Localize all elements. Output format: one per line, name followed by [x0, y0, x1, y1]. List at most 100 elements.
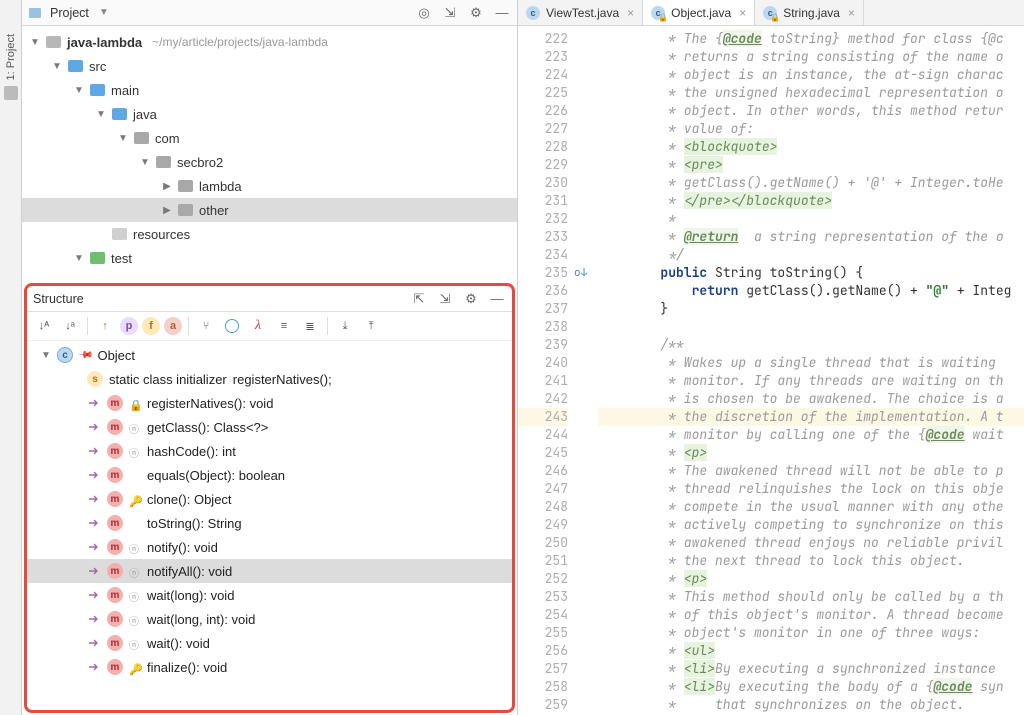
- structure-gear-icon[interactable]: ⚙: [462, 290, 480, 308]
- structure-expand-icon[interactable]: ⇱: [410, 290, 428, 308]
- tree-node[interactable]: ▼src: [22, 54, 517, 78]
- tree-node[interactable]: ▼com: [22, 126, 517, 150]
- code-line[interactable]: * Wakes up a single thread that is waiti…: [598, 354, 1024, 372]
- gutter-line[interactable]: 255: [518, 624, 568, 642]
- gutter-line[interactable]: 248: [518, 498, 568, 516]
- editor-tab[interactable]: cViewTest.java×: [518, 0, 643, 25]
- gear-icon[interactable]: ⚙: [467, 4, 485, 22]
- editor-tab[interactable]: c🔒String.java×: [755, 0, 864, 25]
- code-line[interactable]: * monitor. If any threads are waiting on…: [598, 372, 1024, 390]
- show-lambda-icon[interactable]: λ: [247, 316, 269, 336]
- gutter-line[interactable]: 249: [518, 516, 568, 534]
- code-line[interactable]: /**: [598, 336, 1024, 354]
- project-view-dropdown-icon[interactable]: ▼: [99, 7, 109, 18]
- close-tab-icon[interactable]: ×: [848, 6, 855, 20]
- structure-initializer[interactable]: sstatic class initializer registerNative…: [27, 367, 512, 391]
- locate-icon[interactable]: ◎: [415, 4, 433, 22]
- gutter-line[interactable]: 234: [518, 246, 568, 264]
- code-line[interactable]: * is chosen to be awakened. The choice i…: [598, 390, 1024, 408]
- gutter-line[interactable]: 257: [518, 660, 568, 678]
- tree-node[interactable]: ▶other: [22, 198, 517, 222]
- gutter-line[interactable]: 230: [518, 174, 568, 192]
- project-tree[interactable]: ▼java-lambda~/my/article/projects/java-l…: [22, 26, 517, 283]
- gutter-line[interactable]: 229: [518, 156, 568, 174]
- code-line[interactable]: public String toString() {: [598, 264, 1024, 282]
- show-inherited-icon[interactable]: ↑: [94, 316, 116, 336]
- code-line[interactable]: * @return a string representation of the…: [598, 228, 1024, 246]
- gutter-line[interactable]: 223: [518, 48, 568, 66]
- gutter-line[interactable]: 239: [518, 336, 568, 354]
- code-line[interactable]: * of this object's monitor. A thread bec…: [598, 606, 1024, 624]
- tree-node[interactable]: ▶lambda: [22, 174, 517, 198]
- code-line[interactable]: * the unsigned hexadecimal representatio…: [598, 84, 1024, 102]
- close-tab-icon[interactable]: ×: [739, 6, 746, 20]
- gutter-line[interactable]: 222: [518, 30, 568, 48]
- gutter-line[interactable]: 251: [518, 552, 568, 570]
- gutter-line[interactable]: 258: [518, 678, 568, 696]
- expand-all-icon[interactable]: ⇲: [441, 4, 459, 22]
- structure-method[interactable]: mⓝgetClass(): Class<?>: [27, 415, 512, 439]
- structure-method[interactable]: mⓝhashCode(): int: [27, 439, 512, 463]
- code-line[interactable]: * <p>: [598, 444, 1024, 462]
- code-line[interactable]: return getClass().getName() + "@" + Inte…: [598, 282, 1024, 300]
- code-line[interactable]: * value of:: [598, 120, 1024, 138]
- close-tab-icon[interactable]: ×: [627, 6, 634, 20]
- structure-class-node[interactable]: ▼c📌Object: [27, 343, 512, 367]
- code-line[interactable]: * object's monitor in one of three ways:: [598, 624, 1024, 642]
- expand-nodes-icon[interactable]: ≡: [273, 316, 295, 336]
- structure-method[interactable]: mⓝwait(): void: [27, 631, 512, 655]
- tree-node[interactable]: ▶resources: [22, 222, 517, 246]
- structure-hide-icon[interactable]: —: [488, 290, 506, 308]
- show-properties-icon[interactable]: p: [120, 317, 138, 335]
- gutter-line[interactable]: 236: [518, 282, 568, 300]
- tree-node[interactable]: ▼secbro2: [22, 150, 517, 174]
- gutter-line[interactable]: 253: [518, 588, 568, 606]
- gutter-line[interactable]: 244: [518, 426, 568, 444]
- gutter-line[interactable]: 252: [518, 570, 568, 588]
- gutter-line[interactable]: 247: [518, 480, 568, 498]
- code-line[interactable]: * The awakened thread will not be able t…: [598, 462, 1024, 480]
- sort-alpha-icon[interactable]: ↓ᴬ: [33, 316, 55, 336]
- collapse-nodes-icon[interactable]: ≣: [299, 316, 321, 336]
- structure-method[interactable]: m🔑finalize(): void: [27, 655, 512, 679]
- autoscroll-to-icon[interactable]: ⤓: [334, 316, 356, 336]
- gutter-line[interactable]: 240: [518, 354, 568, 372]
- code-line[interactable]: * thread relinquishes the lock on this o…: [598, 480, 1024, 498]
- structure-method[interactable]: mequals(Object): boolean: [27, 463, 512, 487]
- code-line[interactable]: */: [598, 246, 1024, 264]
- code-area[interactable]: * The {@code toString} method for class …: [598, 26, 1024, 715]
- sort-visibility-icon[interactable]: ↓ᵃ: [59, 316, 81, 336]
- code-line[interactable]: * compete in the usual manner with any o…: [598, 498, 1024, 516]
- structure-method[interactable]: mⓝnotifyAll(): void: [27, 559, 512, 583]
- code-line[interactable]: * awakened thread enjoys no reliable pri…: [598, 534, 1024, 552]
- chevron-down-icon[interactable]: ▼: [118, 133, 128, 144]
- gutter-line[interactable]: 254: [518, 606, 568, 624]
- code-line[interactable]: * The {@code toString} method for class …: [598, 30, 1024, 48]
- code-line[interactable]: * <li>By executing a synchronized instan…: [598, 660, 1024, 678]
- gutter-line[interactable]: 241: [518, 372, 568, 390]
- tree-node[interactable]: ▼java-lambda~/my/article/projects/java-l…: [22, 30, 517, 54]
- code-line[interactable]: * getClass().getName() + '@' + Integer.t…: [598, 174, 1024, 192]
- structure-method[interactable]: m🔒registerNatives(): void: [27, 391, 512, 415]
- gutter-line[interactable]: 227: [518, 120, 568, 138]
- show-impl-icon[interactable]: [221, 316, 243, 336]
- overridden-marker-icon[interactable]: o↓: [574, 264, 587, 282]
- structure-collapse-icon[interactable]: ⇲: [436, 290, 454, 308]
- code-line[interactable]: * actively competing to synchronize on t…: [598, 516, 1024, 534]
- gutter-line[interactable]: 225: [518, 84, 568, 102]
- chevron-down-icon[interactable]: ▼: [140, 157, 150, 168]
- code-line[interactable]: * the discretion of the implementation. …: [598, 408, 1024, 426]
- gutter-line[interactable]: 237: [518, 300, 568, 318]
- rail-structure-icon[interactable]: [4, 86, 18, 100]
- chevron-down-icon[interactable]: ▼: [30, 37, 40, 48]
- gutter[interactable]: 2222232242252262272282292302312322332342…: [518, 26, 598, 715]
- gutter-line[interactable]: 226: [518, 102, 568, 120]
- gutter-line[interactable]: 256: [518, 642, 568, 660]
- gutter-line[interactable]: 246: [518, 462, 568, 480]
- chevron-down-icon[interactable]: ▼: [96, 109, 106, 120]
- code-line[interactable]: * object is an instance, the at-sign cha…: [598, 66, 1024, 84]
- structure-method[interactable]: mⓝnotify(): void: [27, 535, 512, 559]
- chevron-down-icon[interactable]: ▼: [74, 253, 84, 264]
- show-supertypes-icon[interactable]: ⑂: [195, 316, 217, 336]
- gutter-line[interactable]: 235o↓: [518, 264, 568, 282]
